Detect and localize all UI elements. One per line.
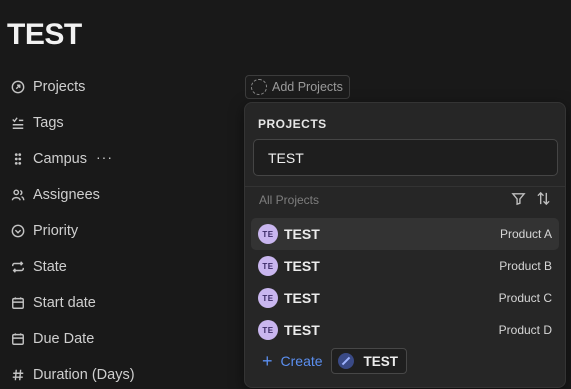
project-search-input[interactable]: [268, 149, 557, 166]
property-campus[interactable]: Campus ···: [10, 147, 113, 171]
create-value-chip[interactable]: TEST: [330, 348, 408, 374]
property-label: Projects: [33, 79, 86, 95]
property-label: Campus: [33, 151, 87, 167]
tags-icon: [10, 115, 26, 131]
project-icon: [337, 353, 354, 369]
circle-arrow-icon: [10, 79, 26, 95]
list-tools: [511, 191, 551, 206]
repeat-icon: [10, 259, 26, 275]
create-label: Create: [280, 353, 323, 369]
divider: [245, 186, 565, 187]
sort-icon[interactable]: [536, 191, 551, 206]
list-item[interactable]: TE TEST Product A: [251, 218, 559, 250]
users-icon: [10, 187, 26, 203]
create-row: + Create TEST: [262, 348, 408, 374]
property-due-date[interactable]: Due Date: [10, 327, 94, 351]
project-name: TEST: [284, 322, 320, 338]
calendar-icon: [10, 295, 26, 311]
plus-icon: +: [262, 351, 273, 371]
project-group: Product B: [499, 259, 552, 273]
projects-dropdown: PROJECTS All Projects TE TEST Product A …: [244, 102, 566, 388]
property-priority[interactable]: Priority: [10, 219, 78, 243]
drag-handle-icon: [10, 151, 26, 167]
property-projects[interactable]: Projects: [10, 75, 85, 99]
dropdown-heading: PROJECTS: [258, 117, 327, 131]
property-label: Due Date: [33, 331, 95, 347]
project-name: TEST: [284, 258, 320, 274]
create-value: TEST: [363, 353, 399, 369]
project-group: Product A: [499, 227, 552, 241]
add-projects-label: Add Projects: [272, 80, 343, 94]
project-search-field[interactable]: [253, 139, 558, 176]
list-item[interactable]: TE TEST Product C: [251, 282, 559, 314]
filter-icon[interactable]: [511, 191, 526, 206]
property-label: Duration (Days): [33, 367, 135, 383]
property-label: Priority: [33, 223, 79, 239]
more-options-icon[interactable]: ···: [96, 150, 113, 164]
property-label: Assignees: [33, 187, 100, 203]
project-list: TE TEST Product A TE TEST Product B TE T…: [251, 218, 559, 346]
list-item[interactable]: TE TEST Product D: [251, 314, 559, 346]
property-tags[interactable]: Tags: [10, 111, 64, 135]
list-item[interactable]: TE TEST Product B: [251, 250, 559, 282]
property-state[interactable]: State: [10, 255, 67, 279]
property-label: State: [33, 259, 67, 275]
avatar: TE: [258, 256, 278, 276]
all-projects-subheading: All Projects: [259, 193, 320, 207]
project-group: Product D: [498, 323, 552, 337]
add-projects-button[interactable]: Add Projects: [245, 75, 350, 99]
avatar: TE: [258, 320, 278, 340]
property-start-date[interactable]: Start date: [10, 291, 96, 315]
avatar: TE: [258, 288, 278, 308]
chevron-circle-icon: [10, 223, 26, 239]
property-duration[interactable]: Duration (Days): [10, 363, 135, 387]
avatar: TE: [258, 224, 278, 244]
calendar-icon: [10, 331, 26, 347]
dashed-circle-icon: [251, 79, 267, 95]
project-name: TEST: [284, 290, 320, 306]
page-title: TEST: [7, 18, 82, 51]
create-project-button[interactable]: + Create: [262, 351, 323, 371]
project-name: TEST: [284, 226, 320, 242]
property-assignees[interactable]: Assignees: [10, 183, 100, 207]
hash-icon: [10, 367, 26, 383]
property-label: Tags: [33, 115, 64, 131]
project-group: Product C: [498, 291, 552, 305]
property-label: Start date: [33, 295, 96, 311]
